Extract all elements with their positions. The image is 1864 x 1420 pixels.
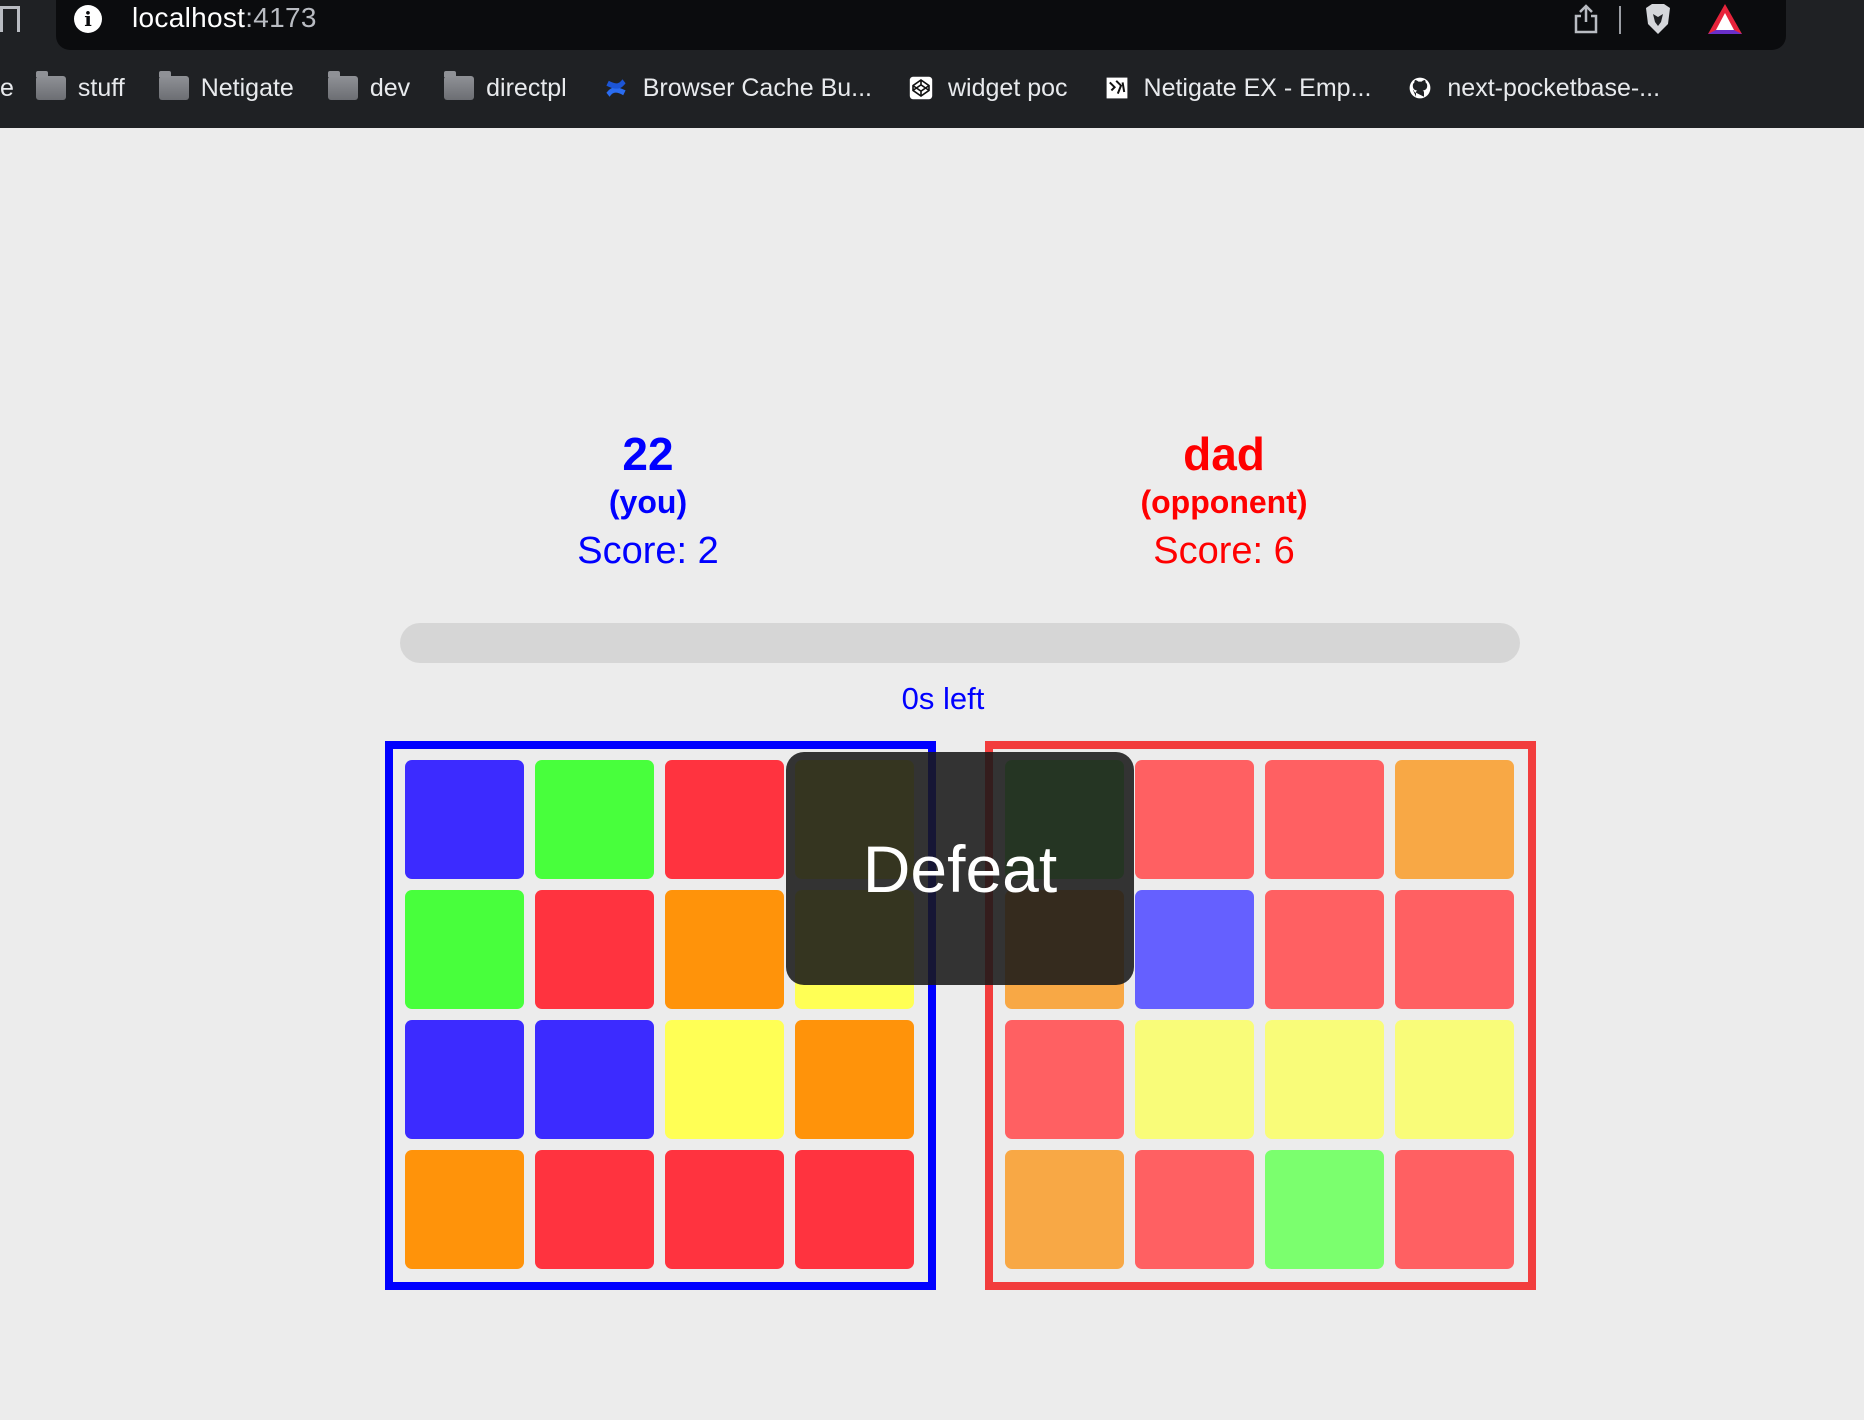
time-left-label: 0s left xyxy=(901,681,985,716)
bookmark-widget-poc[interactable]: widget poc xyxy=(906,74,1068,103)
board-tile[interactable] xyxy=(405,1020,524,1139)
board-tile[interactable] xyxy=(1265,1020,1384,1139)
board-tile[interactable] xyxy=(1135,890,1254,1009)
folder-icon xyxy=(327,71,358,100)
netigate-icon xyxy=(1106,77,1127,99)
opponent-role: (opponent) xyxy=(1140,484,1308,520)
browser-chrome: i localhost:4173 e stuff Netigate dev di… xyxy=(0,0,1864,128)
result-text: Defeat xyxy=(862,831,1058,906)
github-icon xyxy=(1410,77,1431,99)
board-tile[interactable] xyxy=(1265,760,1384,879)
bookmark-label: dev xyxy=(369,73,411,102)
board-tile[interactable] xyxy=(795,1020,914,1139)
bookmark-folder-dev[interactable]: dev xyxy=(327,71,411,103)
confluence-icon xyxy=(606,79,626,97)
board-tile[interactable] xyxy=(1395,890,1514,1009)
bookmark-label: Netigate EX - Emp... xyxy=(1143,73,1372,102)
player-you: 22 (you) Score: 2 xyxy=(488,428,808,574)
result-overlay: Defeat xyxy=(786,752,1134,985)
folder-icon xyxy=(444,71,475,100)
bookmark-icon[interactable] xyxy=(0,6,20,32)
board-tile[interactable] xyxy=(1265,890,1384,1009)
bookmark-folder-netigate[interactable]: Netigate xyxy=(158,71,294,103)
board-tile[interactable] xyxy=(1005,1020,1124,1139)
board-tile[interactable] xyxy=(665,760,784,879)
bookmark-folder-stuff[interactable]: stuff xyxy=(35,71,125,103)
bookmark-label: e xyxy=(0,73,14,102)
board-tile[interactable] xyxy=(795,1150,914,1269)
bookmark-label: widget poc xyxy=(948,73,1068,102)
opponent-score: Score: 6 xyxy=(1153,530,1295,572)
board-tile[interactable] xyxy=(1395,1020,1514,1139)
board-tile[interactable] xyxy=(535,890,654,1009)
bookmark-label: Netigate xyxy=(200,73,294,102)
board-tile[interactable] xyxy=(665,890,784,1009)
player-score: Score: 2 xyxy=(577,530,719,572)
bookmark-label: stuff xyxy=(77,73,125,102)
brave-rewards-icon[interactable] xyxy=(1706,2,1744,36)
bookmark-folder-directpl[interactable]: directpl xyxy=(444,71,567,103)
share-icon[interactable] xyxy=(1573,4,1599,34)
site-info-icon[interactable]: i xyxy=(74,5,102,33)
board-tile[interactable] xyxy=(535,1020,654,1139)
player-opponent: dad (opponent) Score: 6 xyxy=(1064,428,1384,574)
board-tile[interactable] xyxy=(405,890,524,1009)
board-tile[interactable] xyxy=(1135,1020,1254,1139)
folder-icon xyxy=(35,71,66,100)
bookmark-next-pocketbase[interactable]: next-pocketbase-... xyxy=(1405,74,1660,103)
board-tile[interactable] xyxy=(1395,760,1514,879)
bookmark-browser-cache[interactable]: Browser Cache Bu... xyxy=(601,74,872,103)
timer-progress-bar xyxy=(400,623,1520,663)
bookmark-label: directpl xyxy=(486,73,567,102)
board-tile[interactable] xyxy=(535,1150,654,1269)
board-tile[interactable] xyxy=(1135,760,1254,879)
board-tile[interactable] xyxy=(1135,1150,1254,1269)
opponent-name: dad xyxy=(1183,428,1265,480)
bookmark-label: next-pocketbase-... xyxy=(1447,73,1661,102)
bookmark-netigate-ex[interactable]: Netigate EX - Emp... xyxy=(1102,73,1372,103)
folder-icon xyxy=(158,71,189,100)
board-tile[interactable] xyxy=(1265,1150,1384,1269)
board-tile[interactable] xyxy=(665,1020,784,1139)
board-tile[interactable] xyxy=(665,1150,784,1269)
bookmark-label: Browser Cache Bu... xyxy=(642,73,872,102)
toolbar-separator xyxy=(1619,6,1621,34)
board-tile[interactable] xyxy=(1005,1150,1124,1269)
board-tile[interactable] xyxy=(1395,1150,1514,1269)
board-tile[interactable] xyxy=(535,760,654,879)
brave-shield-icon[interactable] xyxy=(1642,2,1674,36)
board-tile[interactable] xyxy=(405,1150,524,1269)
board-tile[interactable] xyxy=(405,760,524,879)
player-role: (you) xyxy=(608,484,688,520)
player-name: 22 xyxy=(622,428,674,480)
url-text[interactable]: localhost:4173 xyxy=(132,2,317,34)
bookmark-folder[interactable]: e xyxy=(0,74,14,103)
bookmarks-bar: e stuff Netigate dev directpl Browser Ca… xyxy=(0,68,1694,108)
codepen-icon xyxy=(909,76,933,100)
